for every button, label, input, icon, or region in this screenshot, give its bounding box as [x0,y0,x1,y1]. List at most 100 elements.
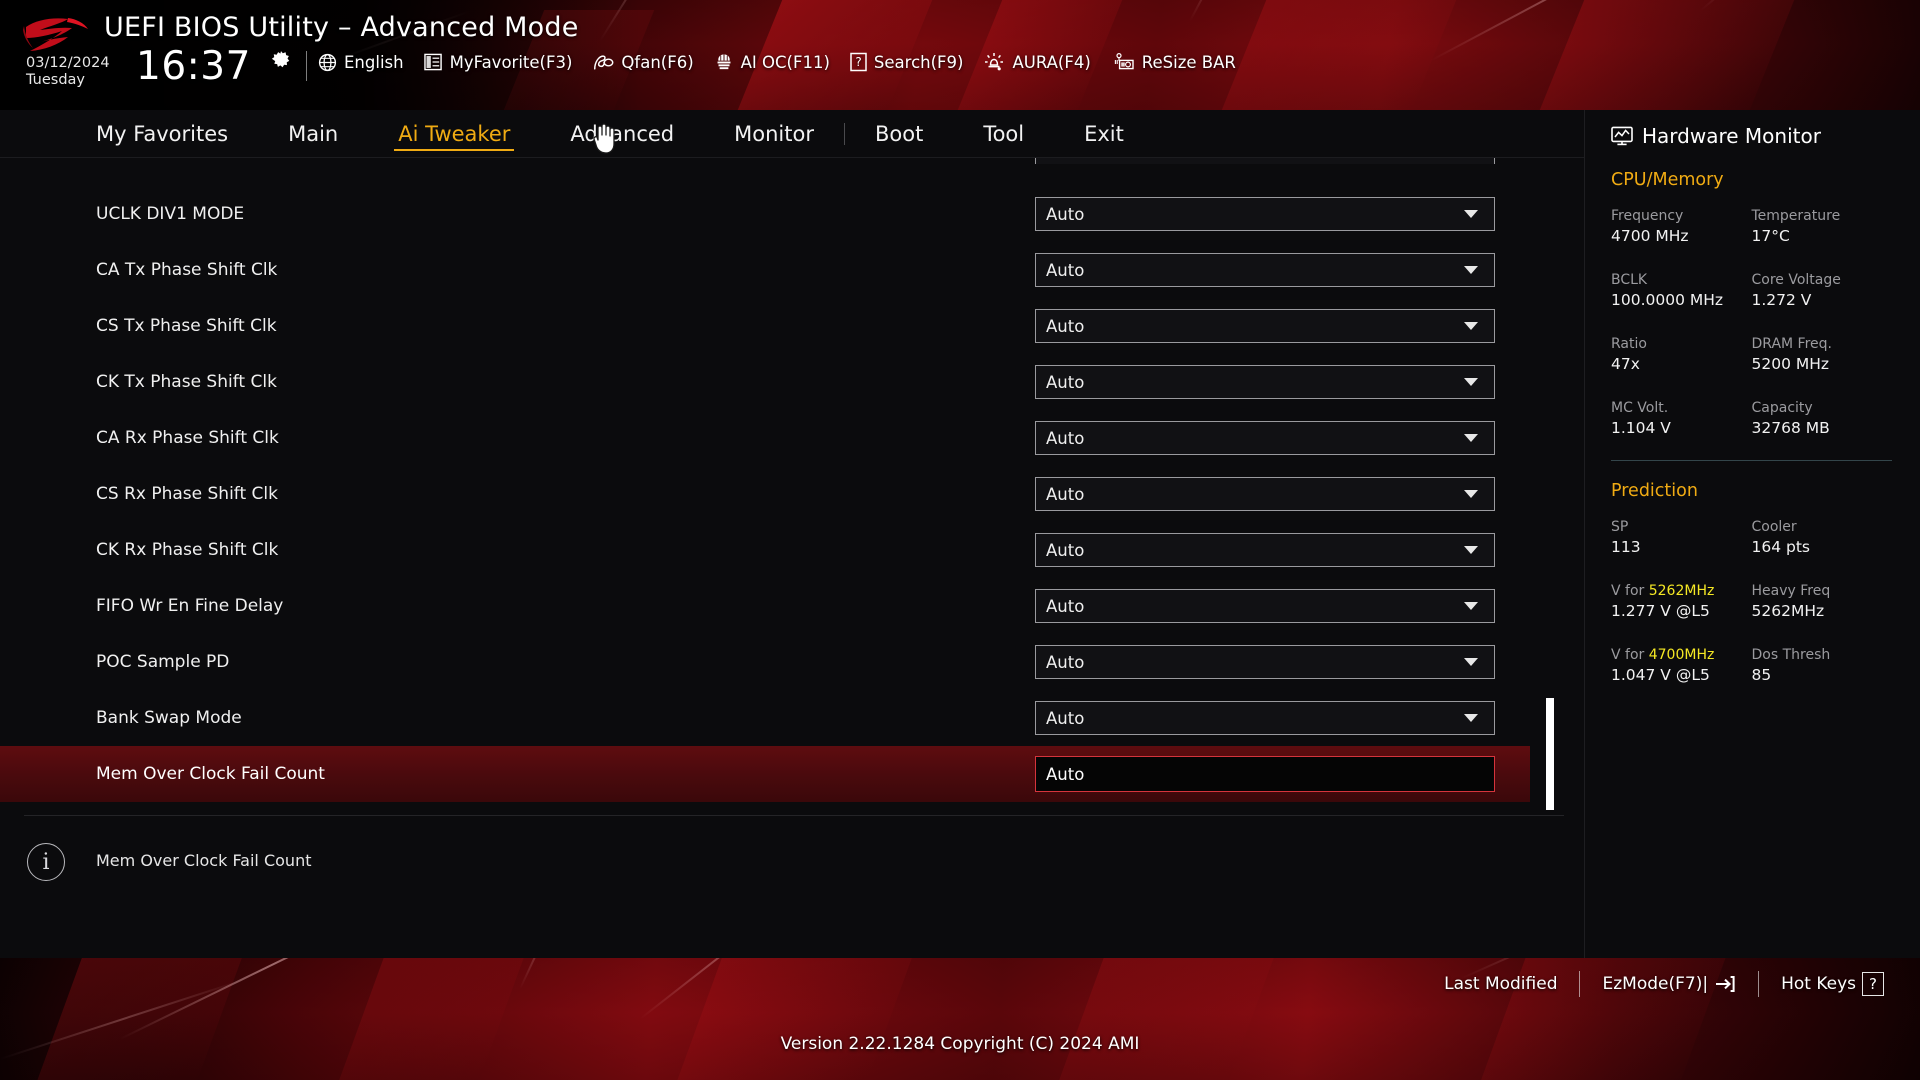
tab-boot[interactable]: Boot [845,110,953,158]
settings-textbox[interactable]: Auto [1035,756,1495,792]
ezmode-button[interactable]: EzMode(F7)| [1602,974,1736,994]
toolbar-item-search[interactable]: ? Search(F9) [850,52,963,72]
settings-row-label: CA Tx Phase Shift Clk [96,260,278,280]
settings-row[interactable]: CS Rx Phase Shift Clk Auto [0,466,1530,522]
info-icon: i [27,843,65,881]
settings-dropdown[interactable]: Auto [1035,701,1495,735]
hw-metric: Capacity 32768 MB [1752,399,1893,450]
tab-label: My Favorites [96,122,229,146]
hotkeys-button[interactable]: Hot Keys ? [1781,972,1884,996]
gear-icon[interactable] [270,50,292,72]
settings-row[interactable]: POC Sample PD Auto [0,634,1530,690]
dropdown-value: Auto [1046,540,1085,560]
tab-ai-tweaker[interactable]: Ai Tweaker [368,110,540,158]
hw-metric: V for 5262MHz 1.277 V @L5 [1611,582,1752,633]
hw-metric-value: 5262MHz [1751,602,1825,620]
toolbar-item-aura[interactable]: AURA(F4) [983,52,1091,72]
hw-metric: V for 4700MHz 1.047 V @L5 [1611,646,1752,697]
footer-actions: Last Modified EzMode(F7)| Hot Keys ? [1444,971,1884,997]
exit-arrow-icon [1716,976,1735,992]
tab-main[interactable]: Main [258,110,368,158]
hw-metric-grid: SP 113 Cooler 164 pts V for 5262MHz 1.277 V @… [1611,518,1892,697]
chevron-down-icon [1464,322,1478,330]
hw-metric-value: 113 [1611,538,1641,556]
last-modified-label: Last Modified [1444,974,1558,994]
chevron-down-icon [1464,714,1478,722]
hw-metric-label: SP [1611,519,1629,535]
settings-dropdown[interactable]: Auto [1035,589,1495,623]
toolbar-label-language: English [344,52,404,72]
svg-text:?: ? [855,55,861,69]
hw-metric-label: V for 4700MHz [1611,646,1752,665]
favorites-list-icon [423,53,442,71]
tab-label: Monitor [734,122,814,146]
tab-label: Ai Tweaker [398,122,511,146]
chevron-down-icon [1464,602,1478,610]
hw-metric-label-highlight: 4700MHz [1648,647,1715,663]
tab-my-favorites[interactable]: My Favorites [66,110,258,158]
scrollbar-thumb[interactable] [1546,698,1554,810]
chevron-down-icon [1464,490,1478,498]
hw-metric-grid: Frequency 4700 MHz Temperature 17°C BCLK 100.… [1611,207,1892,450]
settings-dropdown[interactable]: Auto [1035,197,1495,231]
dropdown-value: Auto [1046,484,1085,504]
settings-row[interactable]: CA Rx Phase Shift Clk Auto [0,410,1530,466]
toolbar-item-resize-bar[interactable]: ReSize BAR [1111,52,1236,72]
settings-row[interactable]: UCLK DIV1 MODE Auto [0,186,1530,242]
settings-row[interactable]: Bank Swap Mode Auto [0,690,1530,746]
toolbar-label-myfavorite: MyFavorite(F3) [449,52,573,72]
hw-metric-label: Temperature [1751,208,1841,224]
settings-dropdown[interactable]: Auto [1035,533,1495,567]
settings-row[interactable]: CK Tx Phase Shift Clk Auto [0,354,1530,410]
bottom-footer: Last Modified EzMode(F7)| Hot Keys ? Ver… [0,958,1920,1080]
clipped-dropdown[interactable] [1035,158,1495,164]
settings-row[interactable]: CA Tx Phase Shift Clk Auto [0,242,1530,298]
date-value: 03/12/2024 [26,55,110,71]
last-modified-button[interactable]: Last Modified [1444,974,1557,994]
version-text: Version 2.22.1284 Copyright (C) 2024 AMI [780,1034,1140,1054]
settings-row[interactable]: Mem Over Clock Fail Count Auto [0,746,1530,802]
toolbar-label-ai-oc: AI OC(F11) [740,52,830,72]
fan-icon [594,54,614,70]
hw-metric-label-highlight: 5262MHz [1648,583,1715,599]
hardware-monitor-panel: Hardware Monitor CPU/Memory Frequency 4700… [1584,110,1920,958]
tab-label: Advanced [570,122,675,146]
tab-monitor[interactable]: Monitor [704,110,844,158]
settings-row-label: CK Tx Phase Shift Clk [96,372,277,392]
weekday-value: Tuesday [26,72,85,88]
settings-row-label: Mem Over Clock Fail Count [96,764,325,784]
settings-dropdown[interactable]: Auto [1035,309,1495,343]
chevron-down-icon [1464,378,1478,386]
tab-exit[interactable]: Exit [1054,110,1154,158]
settings-list: UCLK DIV1 MODE Auto CA Tx Phase Shift Clk A… [0,158,1584,815]
main-content: UCLK DIV1 MODE Auto CA Tx Phase Shift Clk A… [0,158,1584,958]
tab-label: Tool [983,122,1025,146]
settings-row[interactable]: CS Tx Phase Shift Clk Auto [0,298,1530,354]
dropdown-value: Auto [1046,596,1085,616]
hw-metric-value: 5200 MHz [1751,355,1830,373]
settings-scrollbar[interactable] [1546,160,1554,813]
toolbar-item-qfan[interactable]: Qfan(F6) [592,52,694,72]
toolbar-label-qfan: Qfan(F6) [621,52,694,72]
toolbar-item-myfavorite[interactable]: MyFavorite(F3) [423,52,573,72]
dropdown-value: Auto [1046,428,1085,448]
footer-divider-2 [1758,971,1760,997]
hw-metric: BCLK 100.0000 MHz [1611,271,1752,322]
settings-row[interactable]: CK Rx Phase Shift Clk Auto [0,522,1530,578]
tab-tool[interactable]: Tool [953,110,1054,158]
settings-dropdown[interactable]: Auto [1035,365,1495,399]
hw-metric-label: DRAM Freq. [1751,336,1832,352]
chevron-down-icon [1464,658,1478,666]
settings-dropdown[interactable]: Auto [1035,421,1495,455]
settings-row-label: CK Rx Phase Shift Clk [96,540,279,560]
hw-metric-label: Cooler [1751,519,1797,535]
settings-dropdown[interactable]: Auto [1035,645,1495,679]
tab-label: Exit [1084,122,1124,146]
toolbar-item-language[interactable]: English [318,53,404,72]
toolbar-item-ai-oc[interactable]: AI OC(F11) [714,53,830,72]
settings-dropdown[interactable]: Auto [1035,253,1495,287]
settings-dropdown[interactable]: Auto [1035,477,1495,511]
settings-row[interactable]: FIFO Wr En Fine Delay Auto [0,578,1530,634]
hw-metric-label: BCLK [1611,272,1648,288]
tab-advanced[interactable]: Advanced [540,110,704,158]
